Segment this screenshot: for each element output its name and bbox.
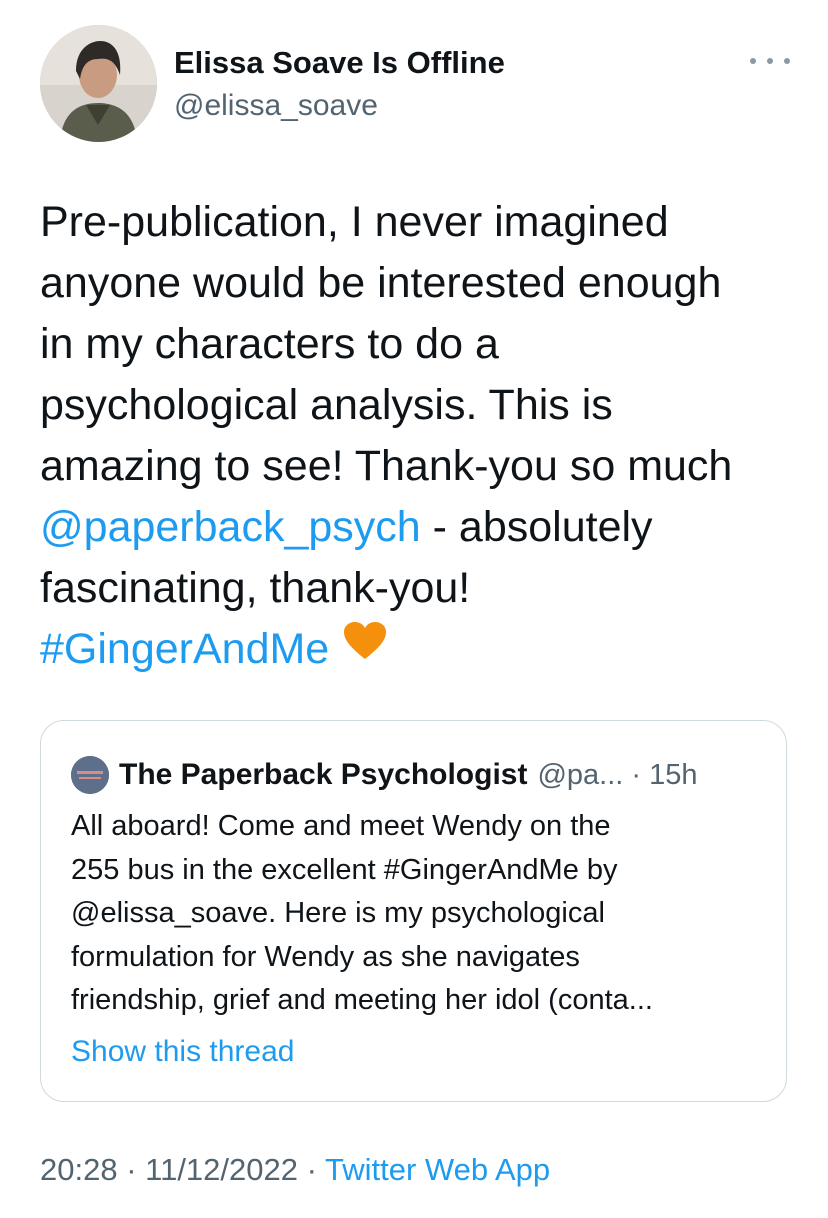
tweet-text: Pre-publication, I never imagined anyone …	[40, 192, 800, 682]
tweet-text-line: @paperback_psych - absolutely	[40, 497, 800, 558]
meta-separator: ·	[117, 1152, 146, 1187]
quoted-avatar-logo	[71, 756, 109, 794]
tweet-text-segment: psychological analysis. This is	[40, 381, 613, 429]
meta-separator: ·	[298, 1152, 325, 1187]
more-dot	[784, 58, 790, 64]
tweet-text-line: #GingerAndMe	[40, 619, 800, 682]
quoted-handle-time: @pa... · 15h	[537, 758, 698, 791]
quoted-author-name[interactable]: The Paperback Psychologist	[119, 758, 527, 792]
tweet-text-line: anyone would be interested enough	[40, 253, 800, 314]
orange-heart-icon	[343, 617, 387, 678]
author-avatar[interactable]	[40, 25, 157, 142]
tweet-text-segment: anyone would be interested enough	[40, 259, 722, 307]
tweet-text-segment: Pre-publication, I never imagined	[40, 198, 669, 246]
quoted-tweet-card[interactable]: The Paperback Psychologist @pa... · 15h …	[40, 720, 787, 1102]
quoted-text-line: friendship, grief and meeting her idol (…	[71, 984, 653, 1016]
tweet-text-line: amazing to see! Thank-you so much	[40, 436, 800, 497]
tweet-text-line: Pre-publication, I never imagined	[40, 192, 800, 253]
more-dot	[750, 58, 756, 64]
quoted-tweet-header: The Paperback Psychologist @pa... · 15h	[71, 755, 698, 795]
tweet-text-segment: amazing to see! Thank-you so much	[40, 442, 733, 490]
hashtag-link[interactable]: #GingerAndMe	[40, 625, 329, 673]
tweet-text-segment: in my characters to do a	[40, 320, 499, 368]
tweet-date[interactable]: 11/12/2022	[145, 1152, 298, 1187]
quoted-text-line: All aboard! Come and meet Wendy on the	[71, 810, 611, 842]
tweet-source[interactable]: Twitter Web App	[325, 1152, 550, 1187]
quoted-tweet-text: All aboard! Come and meet Wendy on the 25…	[71, 805, 771, 1023]
mention-link[interactable]: @paperback_psych	[40, 503, 421, 551]
tweet-text-line: fascinating, thank-you!	[40, 558, 800, 619]
avatar-photo	[40, 25, 157, 142]
quoted-text-line: @elissa_soave. Here is my psychological	[71, 897, 605, 929]
show-thread-link[interactable]: Show this thread	[71, 1035, 294, 1069]
tweet-text-segment: - absolutely	[420, 503, 653, 551]
quoted-text-line: formulation for Wendy as she navigates	[71, 940, 580, 973]
quoted-author-avatar[interactable]	[71, 756, 109, 794]
tweet-text-line: in my characters to do a	[40, 314, 800, 375]
author-handle[interactable]: @elissa_soave	[174, 88, 378, 124]
more-dot	[767, 58, 773, 64]
author-display-name[interactable]: Elissa Soave Is Offline	[174, 44, 505, 82]
tweet-text-segment: fascinating, thank-you!	[40, 564, 471, 612]
quoted-text-line: 255 bus in the excellent #GingerAndMe by	[71, 853, 618, 886]
more-options-icon[interactable]	[750, 46, 790, 76]
tweet-metadata: 20:28 · 11/12/2022 · Twitter Web App	[40, 1152, 550, 1188]
tweet-text-line: psychological analysis. This is	[40, 375, 800, 436]
tweet-time[interactable]: 20:28	[40, 1152, 118, 1187]
